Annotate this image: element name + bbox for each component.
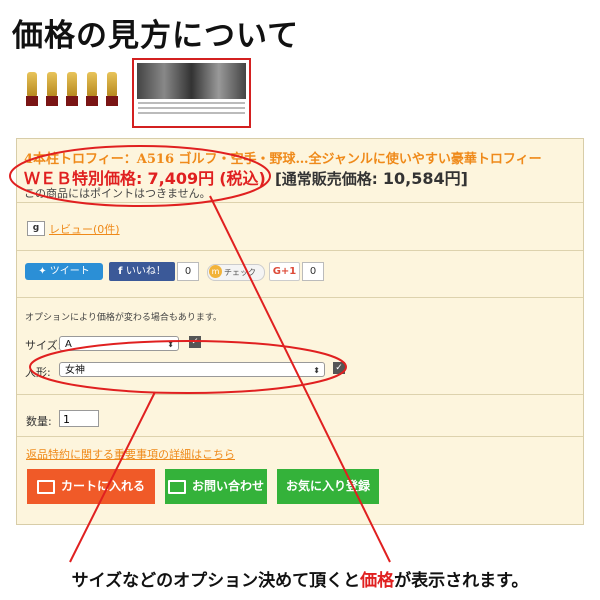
figure-photo — [137, 63, 246, 99]
trophy-image — [86, 72, 98, 106]
thumbnail-caption-lines — [138, 102, 245, 104]
mixi-icon: m — [209, 265, 222, 278]
tax-note: (税込) — [219, 169, 266, 188]
contact-label: お問い合わせ — [191, 479, 264, 493]
quantity-input[interactable]: 1 — [59, 410, 99, 427]
annotation-caption: サイズなどのオプション決めて頂くと価格が表示されます。 — [0, 566, 600, 591]
mixi-check-button[interactable]: m チェック — [207, 264, 265, 281]
tweet-button[interactable]: ✦ ツイート — [25, 263, 103, 280]
trophy-image — [106, 72, 118, 106]
options-section: オプションにより価格が変わる場合もあります。 サイズ: A ⬍ ✓ 人形: 女神… — [17, 297, 583, 395]
caption-text-end: が表示されます。 — [394, 571, 529, 591]
select-arrows-icon: ⬍ — [167, 340, 174, 349]
add-to-cart-button[interactable]: カートに入れる — [27, 469, 155, 504]
facebook-icon: f — [118, 266, 126, 277]
size-label: サイズ: — [25, 339, 62, 352]
regular-price: 10,584円] — [382, 169, 468, 188]
figure-checkbox[interactable]: ✓ — [333, 362, 345, 374]
page-title: 価格の見方について — [12, 18, 300, 54]
facebook-like-button[interactable]: f いいね！ — [109, 262, 175, 281]
quantity-label: 数量: — [26, 415, 52, 428]
price-section: 4本柱トロフィー：A516 ゴルフ・空手・野球…全ジャンルに使いやすい豪華トロフ… — [17, 139, 583, 202]
caption-highlight: 価格 — [360, 571, 395, 591]
trophy-image — [46, 72, 58, 106]
trophy-thumbnail[interactable] — [24, 62, 128, 106]
add-to-cart-label: カートに入れる — [60, 479, 145, 493]
select-arrows-icon: ⬍ — [313, 366, 320, 375]
product-panel: 4本柱トロフィー：A516 ゴルフ・空手・野球…全ジャンルに使いやすい豪華トロフ… — [16, 138, 584, 525]
returns-policy-link[interactable]: 返品特約に関する重要事項の詳細はこちら — [26, 446, 235, 462]
figure-select[interactable]: 女神 ⬍ — [59, 362, 325, 377]
figure-thumbnail-selected[interactable] — [132, 58, 251, 128]
cart-icon — [36, 479, 55, 494]
contact-button[interactable]: お問い合わせ — [165, 469, 267, 504]
review-link[interactable]: レビュー(0件) — [49, 221, 120, 237]
favorite-button[interactable]: お気に入り登録 — [277, 469, 379, 504]
size-checkbox[interactable]: ✓ — [189, 336, 201, 348]
social-section: ✦ ツイート f いいね！ 0 m チェック G+1 0 — [17, 250, 583, 298]
trophy-image — [26, 72, 38, 106]
regular-price-label: [通常販売価格: — [274, 170, 378, 188]
review-section: g レビュー(0件) — [17, 202, 583, 251]
trophy-image — [66, 72, 78, 106]
google-plus-count: 0 — [302, 262, 324, 281]
figure-label: 人形: — [25, 366, 51, 379]
product-thumbnails — [24, 58, 251, 128]
mixi-check-label: チェック — [224, 268, 256, 277]
size-select-value: A — [65, 339, 72, 350]
options-note: オプションにより価格が変わる場合もあります。 — [25, 313, 222, 323]
quantity-section: 数量: 1 — [17, 394, 583, 437]
twitter-bird-icon: ✦ — [38, 266, 50, 277]
mail-icon — [167, 479, 186, 494]
google-search-icon: g — [27, 221, 45, 236]
figure-select-value: 女神 — [65, 365, 85, 376]
tweet-label: ツイート — [49, 266, 90, 277]
facebook-like-label: いいね！ — [125, 266, 166, 277]
points-note: この商品にはポイントはつきません。 — [24, 187, 211, 200]
facebook-like-count: 0 — [177, 262, 199, 281]
actions-section: 返品特約に関する重要事項の詳細はこちら カートに入れる お問い合わせ お気に入り… — [17, 436, 583, 525]
caption-text: サイズなどのオプション決めて頂くと — [71, 571, 361, 591]
size-select[interactable]: A ⬍ — [59, 336, 179, 351]
google-plus-button[interactable]: G+1 — [269, 262, 300, 281]
